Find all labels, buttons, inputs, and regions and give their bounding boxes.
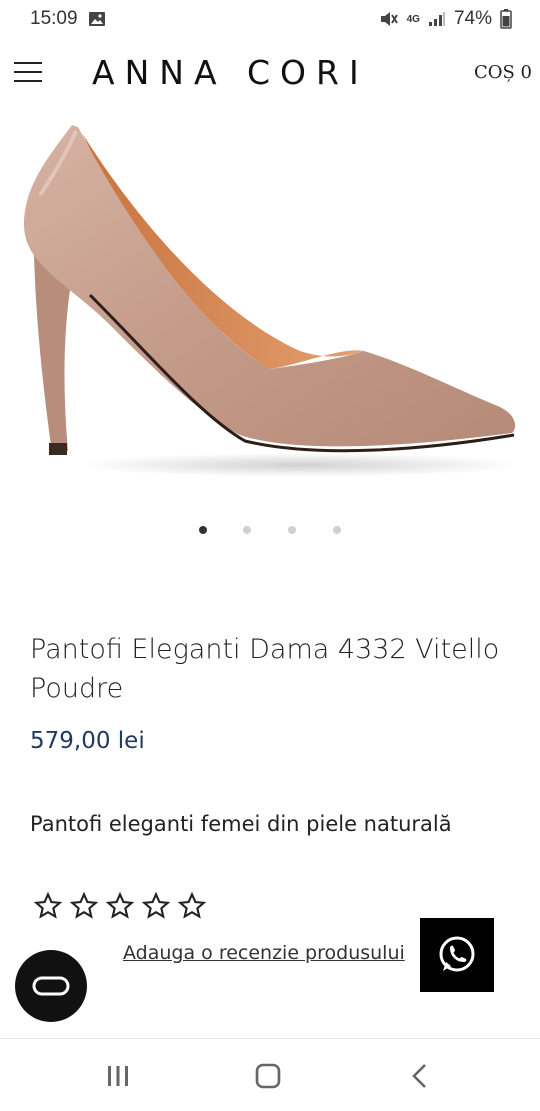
- carousel-dots: [0, 526, 540, 538]
- mute-icon: [380, 12, 398, 26]
- carousel-dot-2[interactable]: [243, 526, 251, 534]
- status-right: 4G 74%: [379, 8, 512, 30]
- rating-stars: [34, 892, 206, 920]
- star-icon[interactable]: [70, 892, 98, 920]
- signal-icon: [428, 12, 445, 26]
- star-icon[interactable]: [34, 892, 62, 920]
- carousel-dot-3[interactable]: [288, 526, 296, 534]
- star-icon[interactable]: [178, 892, 206, 920]
- carousel-dot-1[interactable]: [199, 526, 207, 534]
- chat-button[interactable]: [15, 950, 87, 1022]
- shoe-illustration: [24, 125, 520, 477]
- product-description: Pantofi eleganti femei din piele natural…: [30, 812, 452, 836]
- back-icon[interactable]: [400, 1061, 440, 1091]
- chat-icon: [32, 976, 70, 996]
- product-price: 579,00 lei: [30, 728, 145, 754]
- home-icon[interactable]: [248, 1061, 288, 1091]
- battery-percent: 74%: [453, 8, 492, 29]
- carousel-dot-4[interactable]: [333, 526, 341, 534]
- product-image[interactable]: [0, 115, 540, 485]
- battery-icon: [500, 9, 512, 29]
- cart-link[interactable]: COȘ 0: [474, 62, 532, 83]
- recent-apps-icon[interactable]: [98, 1061, 138, 1091]
- whatsapp-icon: [439, 936, 475, 972]
- system-nav-bar: [0, 1038, 540, 1111]
- app-header: ANNA CORI COȘ 0: [0, 40, 540, 110]
- network-type: 4G: [406, 13, 420, 25]
- add-review-link[interactable]: Adauga o recenzie produsului: [123, 942, 405, 964]
- image-notification-icon: [88, 12, 105, 26]
- status-left: 15:09: [30, 8, 106, 30]
- product-title: Pantofi Eleganti Dama 4332 Vitello Poudr…: [30, 634, 500, 704]
- whatsapp-button[interactable]: [420, 918, 494, 992]
- star-icon[interactable]: [142, 892, 170, 920]
- brand-logo[interactable]: ANNA CORI: [92, 53, 369, 92]
- hamburger-menu-icon[interactable]: [14, 62, 44, 84]
- star-icon[interactable]: [106, 892, 134, 920]
- status-bar: 15:09 4G 74%: [0, 0, 540, 38]
- status-time: 15:09: [30, 8, 78, 29]
